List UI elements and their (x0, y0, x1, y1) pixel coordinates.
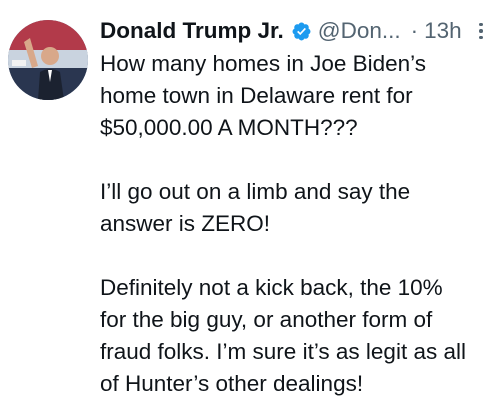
tweet-timestamp[interactable]: 13h (424, 14, 462, 48)
tweet-paragraph: I’ll go out on a limb and say the answer… (100, 176, 492, 240)
more-options-icon[interactable] (472, 19, 490, 43)
tweet-line: Definitely not a kick back, the 10% (100, 275, 443, 300)
tweet-line: home town in Delaware rent for (100, 83, 413, 108)
author-name[interactable]: Donald Trump Jr. (100, 14, 284, 48)
tweet-line: How many homes in Joe Biden’s (100, 51, 426, 76)
header-separator: · (410, 18, 419, 43)
tweet-card[interactable]: Donald Trump Jr. @Don... · 13h How many … (0, 0, 500, 412)
avatar-photo (8, 20, 88, 100)
tweet-header: Donald Trump Jr. @Don... · 13h (100, 14, 492, 48)
tweet-line: for the big guy, or another form of (100, 307, 433, 332)
tweet-line: answer is ZERO! (100, 211, 271, 236)
tweet-paragraph: Definitely not a kick back, the 10% for … (100, 272, 492, 400)
tweet-text: How many homes in Joe Biden’s home town … (100, 48, 492, 400)
avatar[interactable] (8, 20, 88, 100)
author-handle[interactable]: @Don... (318, 14, 401, 48)
tweet-line: fraud folks. I’m sure it’s as legit as a… (100, 339, 466, 364)
tweet-line: I’ll go out on a limb and say the (100, 179, 411, 204)
tweet-content: Donald Trump Jr. @Don... · 13h How many … (100, 14, 492, 400)
tweet-line: of Hunter’s other dealings! (100, 371, 364, 396)
tweet-paragraph: How many homes in Joe Biden’s home town … (100, 48, 492, 144)
tweet-line: $50,000.00 A MONTH??? (100, 115, 358, 140)
verified-badge-icon (292, 22, 311, 40)
